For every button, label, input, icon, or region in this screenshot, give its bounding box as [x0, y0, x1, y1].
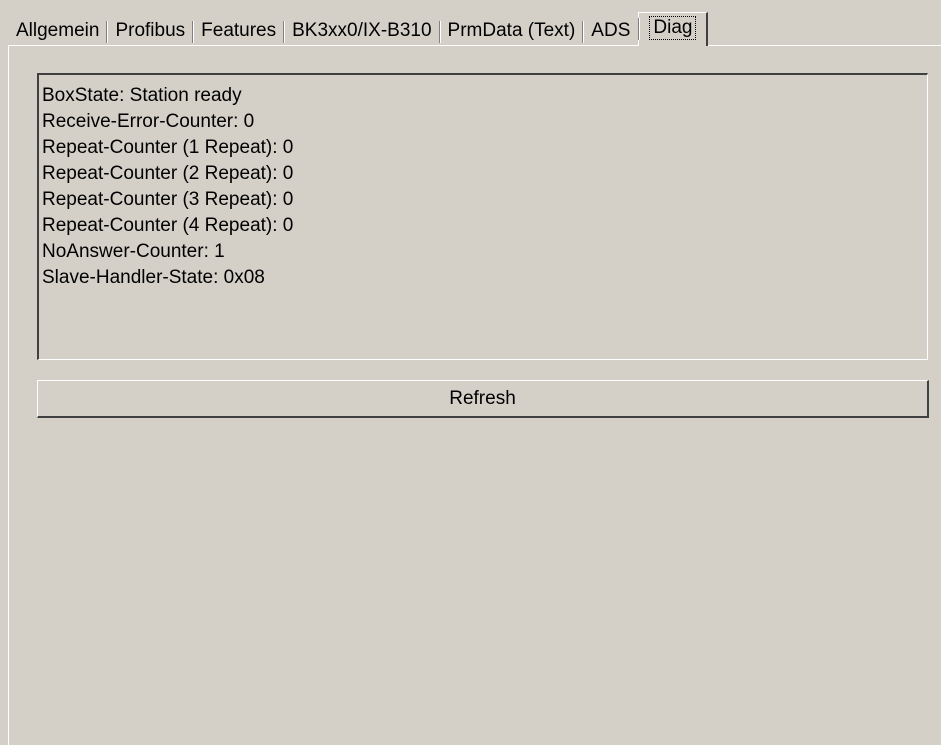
tab-prmdata-text[interactable]: PrmData (Text): [438, 16, 584, 46]
diag-line-repeat-counter-4: Repeat-Counter (4 Repeat): 0: [42, 215, 294, 236]
diag-line-slave-handler-state: Slave-Handler-State: 0x08: [42, 267, 265, 288]
tab-bk3xx0-ix-b310[interactable]: BK3xx0/IX-B310: [283, 16, 439, 46]
diag-line-repeat-counter-2: Repeat-Counter (2 Repeat): 0: [42, 163, 294, 184]
tab-features[interactable]: Features: [192, 16, 284, 46]
tab-diag-label: Diag: [649, 16, 697, 40]
diag-line-noanswer-counter: NoAnswer-Counter: 1: [42, 241, 225, 262]
diag-line-repeat-counter-1: Repeat-Counter (1 Repeat): 0: [42, 137, 294, 158]
diag-property-page: Allgemein Profibus Features BK3xx0/IX-B3…: [0, 0, 941, 745]
tab-strip: Allgemein Profibus Features BK3xx0/IX-B3…: [8, 12, 709, 46]
tab-profibus[interactable]: Profibus: [106, 16, 193, 46]
diag-line-receive-error-counter: Receive-Error-Counter: 0: [42, 111, 255, 132]
tab-diag[interactable]: Diag: [638, 12, 709, 46]
diag-output-box[interactable]: BoxState: Station ready Receive-Error-Co…: [37, 73, 928, 360]
diag-line-repeat-counter-3: Repeat-Counter (3 Repeat): 0: [42, 189, 294, 210]
refresh-button[interactable]: Refresh: [37, 380, 929, 418]
diag-line-boxstate: BoxState: Station ready: [42, 85, 242, 106]
tab-ads[interactable]: ADS: [582, 16, 638, 46]
tab-allgemein[interactable]: Allgemein: [8, 16, 107, 46]
